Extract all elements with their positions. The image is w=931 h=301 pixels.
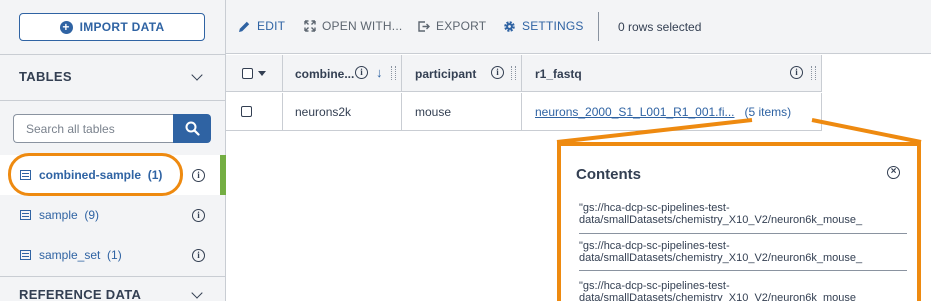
contents-popover: Contents × "gs://hca-dcp-sc-pipelines-te… — [557, 142, 921, 301]
divider — [579, 270, 907, 271]
list-item: "gs://hca-dcp-sc-pipelines-test- data/sm… — [579, 202, 863, 226]
close-icon[interactable]: × — [887, 166, 900, 179]
divider — [579, 233, 907, 234]
list-item: "gs://hca-dcp-sc-pipelines-test- data/sm… — [579, 240, 863, 264]
popover-title: Contents — [576, 166, 641, 183]
list-item: "gs://hca-dcp-sc-pipelines-test- data/sm… — [579, 280, 863, 301]
